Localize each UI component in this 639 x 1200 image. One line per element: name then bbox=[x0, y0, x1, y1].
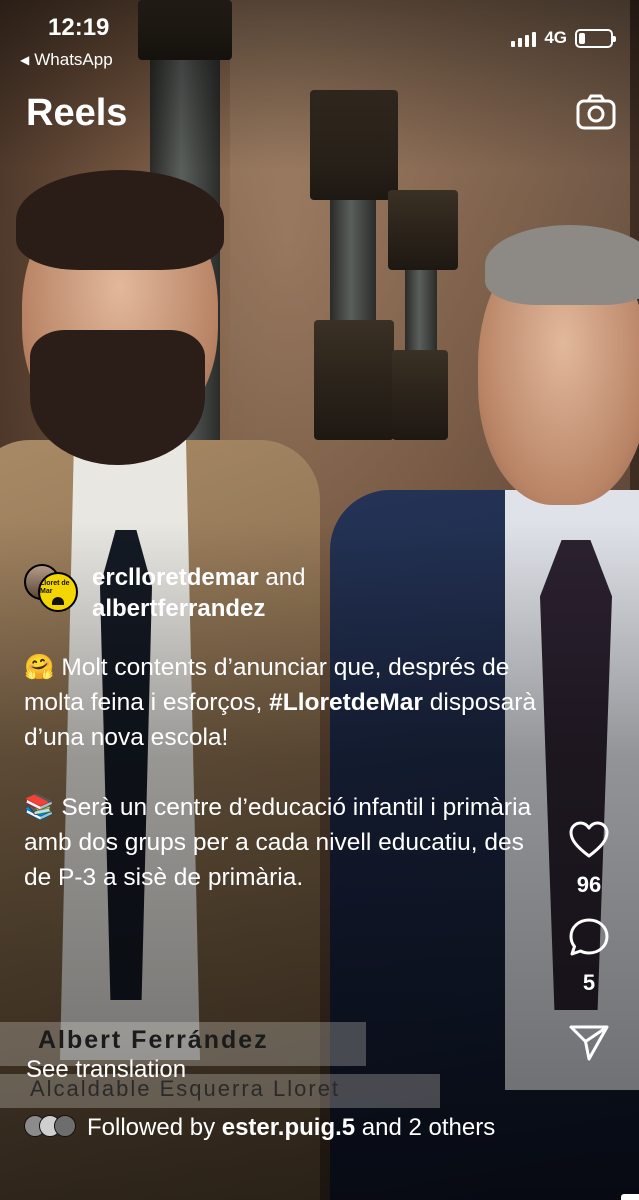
avatar-albertferrandez[interactable]: Lloret de Mar bbox=[38, 572, 78, 612]
hashtag-link[interactable]: #LloretdeMar bbox=[269, 689, 423, 716]
avatar-logo-text: Lloret de Mar bbox=[40, 579, 70, 595]
follower-avatars bbox=[24, 1115, 76, 1137]
action-bar: 96 5 bbox=[561, 818, 617, 1064]
status-time: 12:19 bbox=[48, 14, 110, 41]
author-joiner: and bbox=[265, 564, 306, 591]
followed-by-text: Followed by ester.puig.5 and 2 others bbox=[87, 1114, 496, 1141]
post-authors: Lloret de Mar erclloretdemar and albertf… bbox=[24, 562, 305, 624]
like-count[interactable]: 96 bbox=[577, 872, 601, 898]
camera-icon[interactable] bbox=[575, 92, 617, 134]
signal-strength-icon bbox=[511, 30, 537, 47]
battery-level bbox=[579, 32, 585, 44]
back-to-app-link[interactable]: ◀ WhatsApp bbox=[20, 50, 113, 70]
author-avatars[interactable]: Lloret de Mar bbox=[24, 562, 78, 612]
post-caption[interactable]: 🤗 Molt contents d’anunciar que, després … bbox=[24, 650, 546, 895]
network-type: 4G bbox=[544, 28, 567, 47]
follower-link[interactable]: ester.puig.5 bbox=[222, 1114, 355, 1141]
home-indicator bbox=[621, 1194, 639, 1200]
author-link-2[interactable]: albertferrandez bbox=[92, 595, 265, 622]
caption-text-2: Serà un centre d’educació infantil i pri… bbox=[24, 794, 532, 891]
status-indicators: 4G bbox=[511, 28, 616, 48]
hug-emoji: 🤗 bbox=[24, 654, 55, 681]
followed-by[interactable]: Followed by ester.puig.5 and 2 others bbox=[24, 1112, 504, 1144]
heart-icon[interactable] bbox=[567, 818, 611, 862]
back-app-label: WhatsApp bbox=[34, 50, 113, 69]
comment-icon[interactable] bbox=[567, 916, 611, 960]
battery-icon bbox=[575, 28, 616, 48]
page-title: Reels bbox=[26, 92, 128, 134]
author-link-1[interactable]: erclloretdemar bbox=[92, 564, 259, 591]
author-names: erclloretdemar and albertferrandez bbox=[92, 562, 305, 624]
books-emoji: 📚 bbox=[24, 794, 55, 821]
see-translation-link[interactable]: See translation bbox=[26, 1056, 186, 1084]
send-icon[interactable] bbox=[567, 1020, 611, 1064]
video-name-text: Albert Ferrández bbox=[38, 1026, 269, 1054]
comment-count[interactable]: 5 bbox=[583, 970, 595, 996]
back-triangle-icon: ◀ bbox=[20, 53, 30, 67]
